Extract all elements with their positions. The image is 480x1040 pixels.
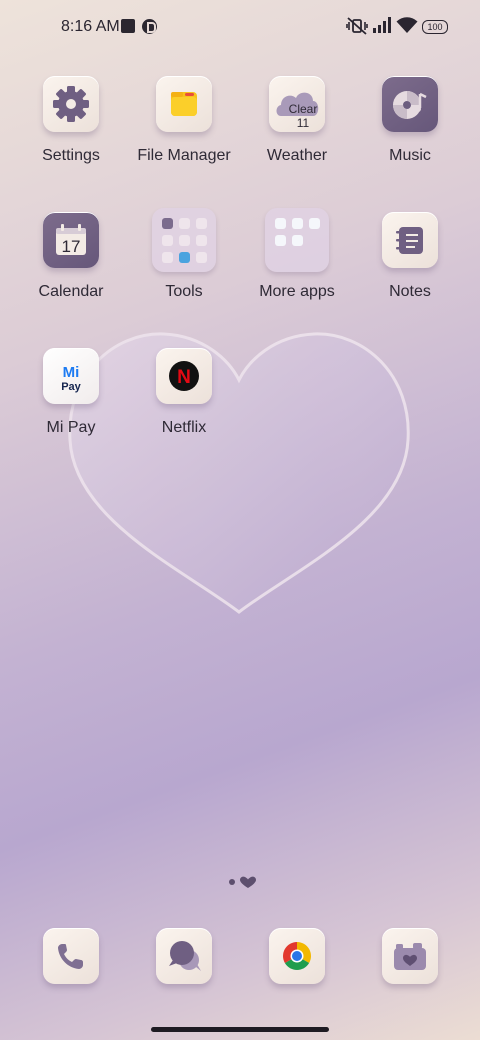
status-time: 8:16 AM [61, 18, 120, 35]
settings-tile[interactable] [43, 76, 99, 132]
app-label: Settings [42, 147, 100, 164]
app-settings[interactable]: Settings [11, 76, 131, 165]
dock-chrome[interactable] [237, 928, 357, 984]
mi-pay-logo-top: Mi [63, 364, 80, 381]
mi-pay-icon: Mi Pay [61, 364, 81, 393]
messages-tile[interactable] [156, 928, 212, 984]
folder-more-apps[interactable]: More apps [237, 208, 357, 301]
mi-pay-logo-bottom: Pay [61, 381, 81, 393]
app-label: File Manager [137, 147, 231, 164]
app-label: Mi Pay [46, 419, 96, 436]
vibrate-off-icon [346, 17, 368, 35]
mi-pay-tile[interactable]: Mi Pay [43, 348, 99, 404]
dock-messages[interactable] [124, 928, 244, 984]
home-gesture-bar[interactable] [151, 1027, 329, 1032]
netflix-tile[interactable]: N [156, 348, 212, 404]
messages-icon [169, 941, 201, 971]
status-bar: 8:16 AM 100 [0, 0, 480, 56]
app-label: Weather [266, 147, 328, 164]
chrome-tile[interactable] [269, 928, 325, 984]
app-label: Calendar [38, 283, 104, 300]
folder-tools-icon[interactable] [152, 208, 216, 272]
signal-icon [373, 17, 391, 33]
folder-tools[interactable]: Tools [124, 208, 244, 301]
gear-icon [53, 86, 89, 122]
dock-camera[interactable] [350, 928, 470, 984]
calendar-date: 17 [62, 237, 81, 256]
app-label: Netflix [161, 419, 207, 436]
folder-more-apps-icon[interactable] [265, 208, 329, 272]
calendar-icon: 17 [56, 224, 86, 256]
chrome-icon [283, 942, 311, 970]
heart-page-icon [240, 876, 256, 888]
wifi-icon [396, 17, 418, 33]
notification-app-icon [142, 19, 157, 34]
music-tile[interactable] [382, 76, 438, 132]
app-label: Tools [165, 283, 203, 300]
weather-tile[interactable]: Clear 11 [269, 76, 325, 132]
page-indicator [229, 876, 256, 888]
file-manager-tile[interactable] [156, 76, 212, 132]
netflix-icon: N [169, 361, 199, 391]
app-music[interactable]: Music [350, 76, 470, 165]
camera-icon [394, 943, 426, 970]
app-mi-pay[interactable]: Mi Pay Mi Pay [11, 348, 131, 437]
phone-icon [58, 944, 83, 969]
notification-square-icon [121, 19, 135, 33]
weather-badge: Clear 11 [288, 102, 318, 130]
camera-tile[interactable] [382, 928, 438, 984]
app-label: Notes [389, 283, 431, 300]
app-weather[interactable]: Clear 11 Weather [237, 76, 357, 165]
notes-icon [396, 227, 423, 254]
app-netflix[interactable]: N Netflix [124, 348, 244, 437]
notes-tile[interactable] [382, 212, 438, 268]
dock-phone[interactable] [11, 928, 131, 984]
folder-icon [171, 92, 197, 116]
netflix-logo: N [177, 367, 191, 388]
battery-indicator: 100 [422, 20, 448, 34]
page-dot [229, 879, 235, 885]
phone-tile[interactable] [43, 928, 99, 984]
music-disc-icon [393, 91, 427, 119]
calendar-tile[interactable]: 17 [43, 212, 99, 268]
app-label: Music [389, 147, 431, 164]
app-file-manager[interactable]: File Manager [124, 76, 244, 165]
app-calendar[interactable]: 17 Calendar [11, 212, 131, 301]
app-notes[interactable]: Notes [350, 212, 470, 301]
app-label: More apps [259, 283, 335, 300]
